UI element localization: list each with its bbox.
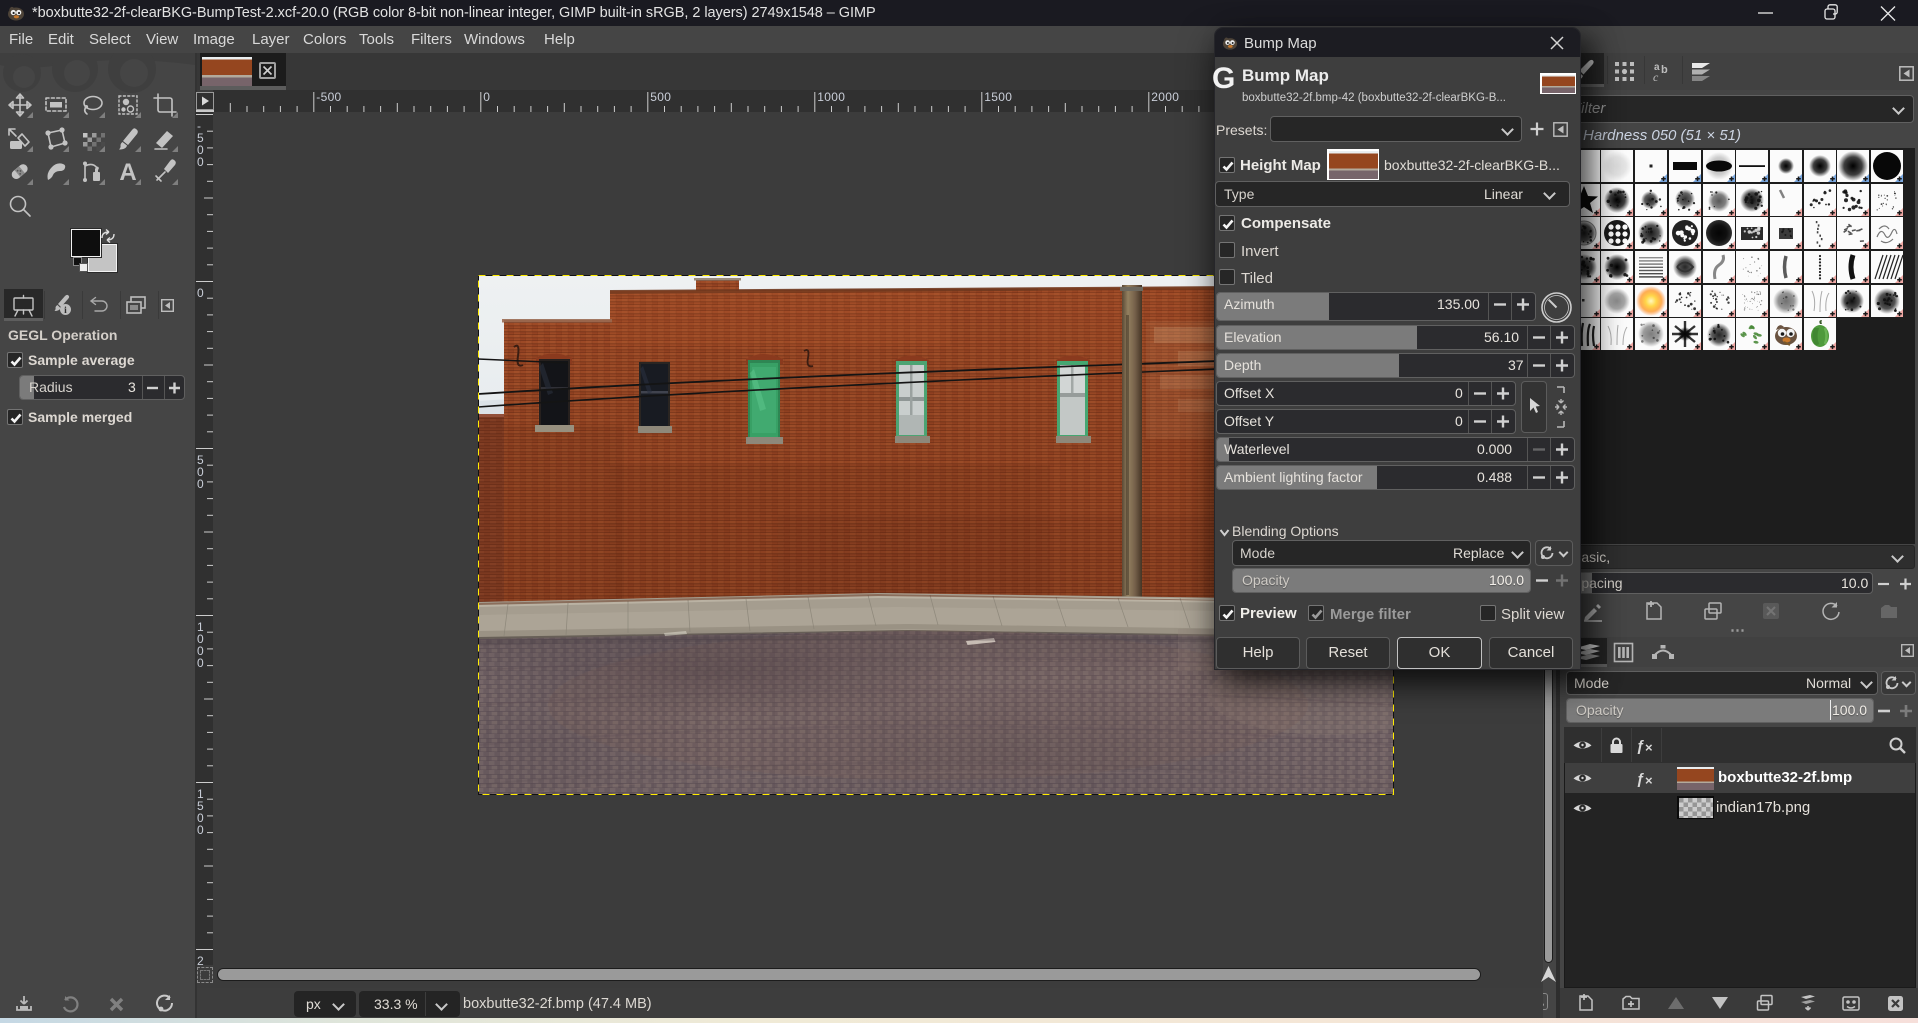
svg-text:b: b <box>1661 64 1668 76</box>
svg-text:i: i <box>64 306 67 316</box>
svg-text:c: c <box>1653 70 1659 84</box>
